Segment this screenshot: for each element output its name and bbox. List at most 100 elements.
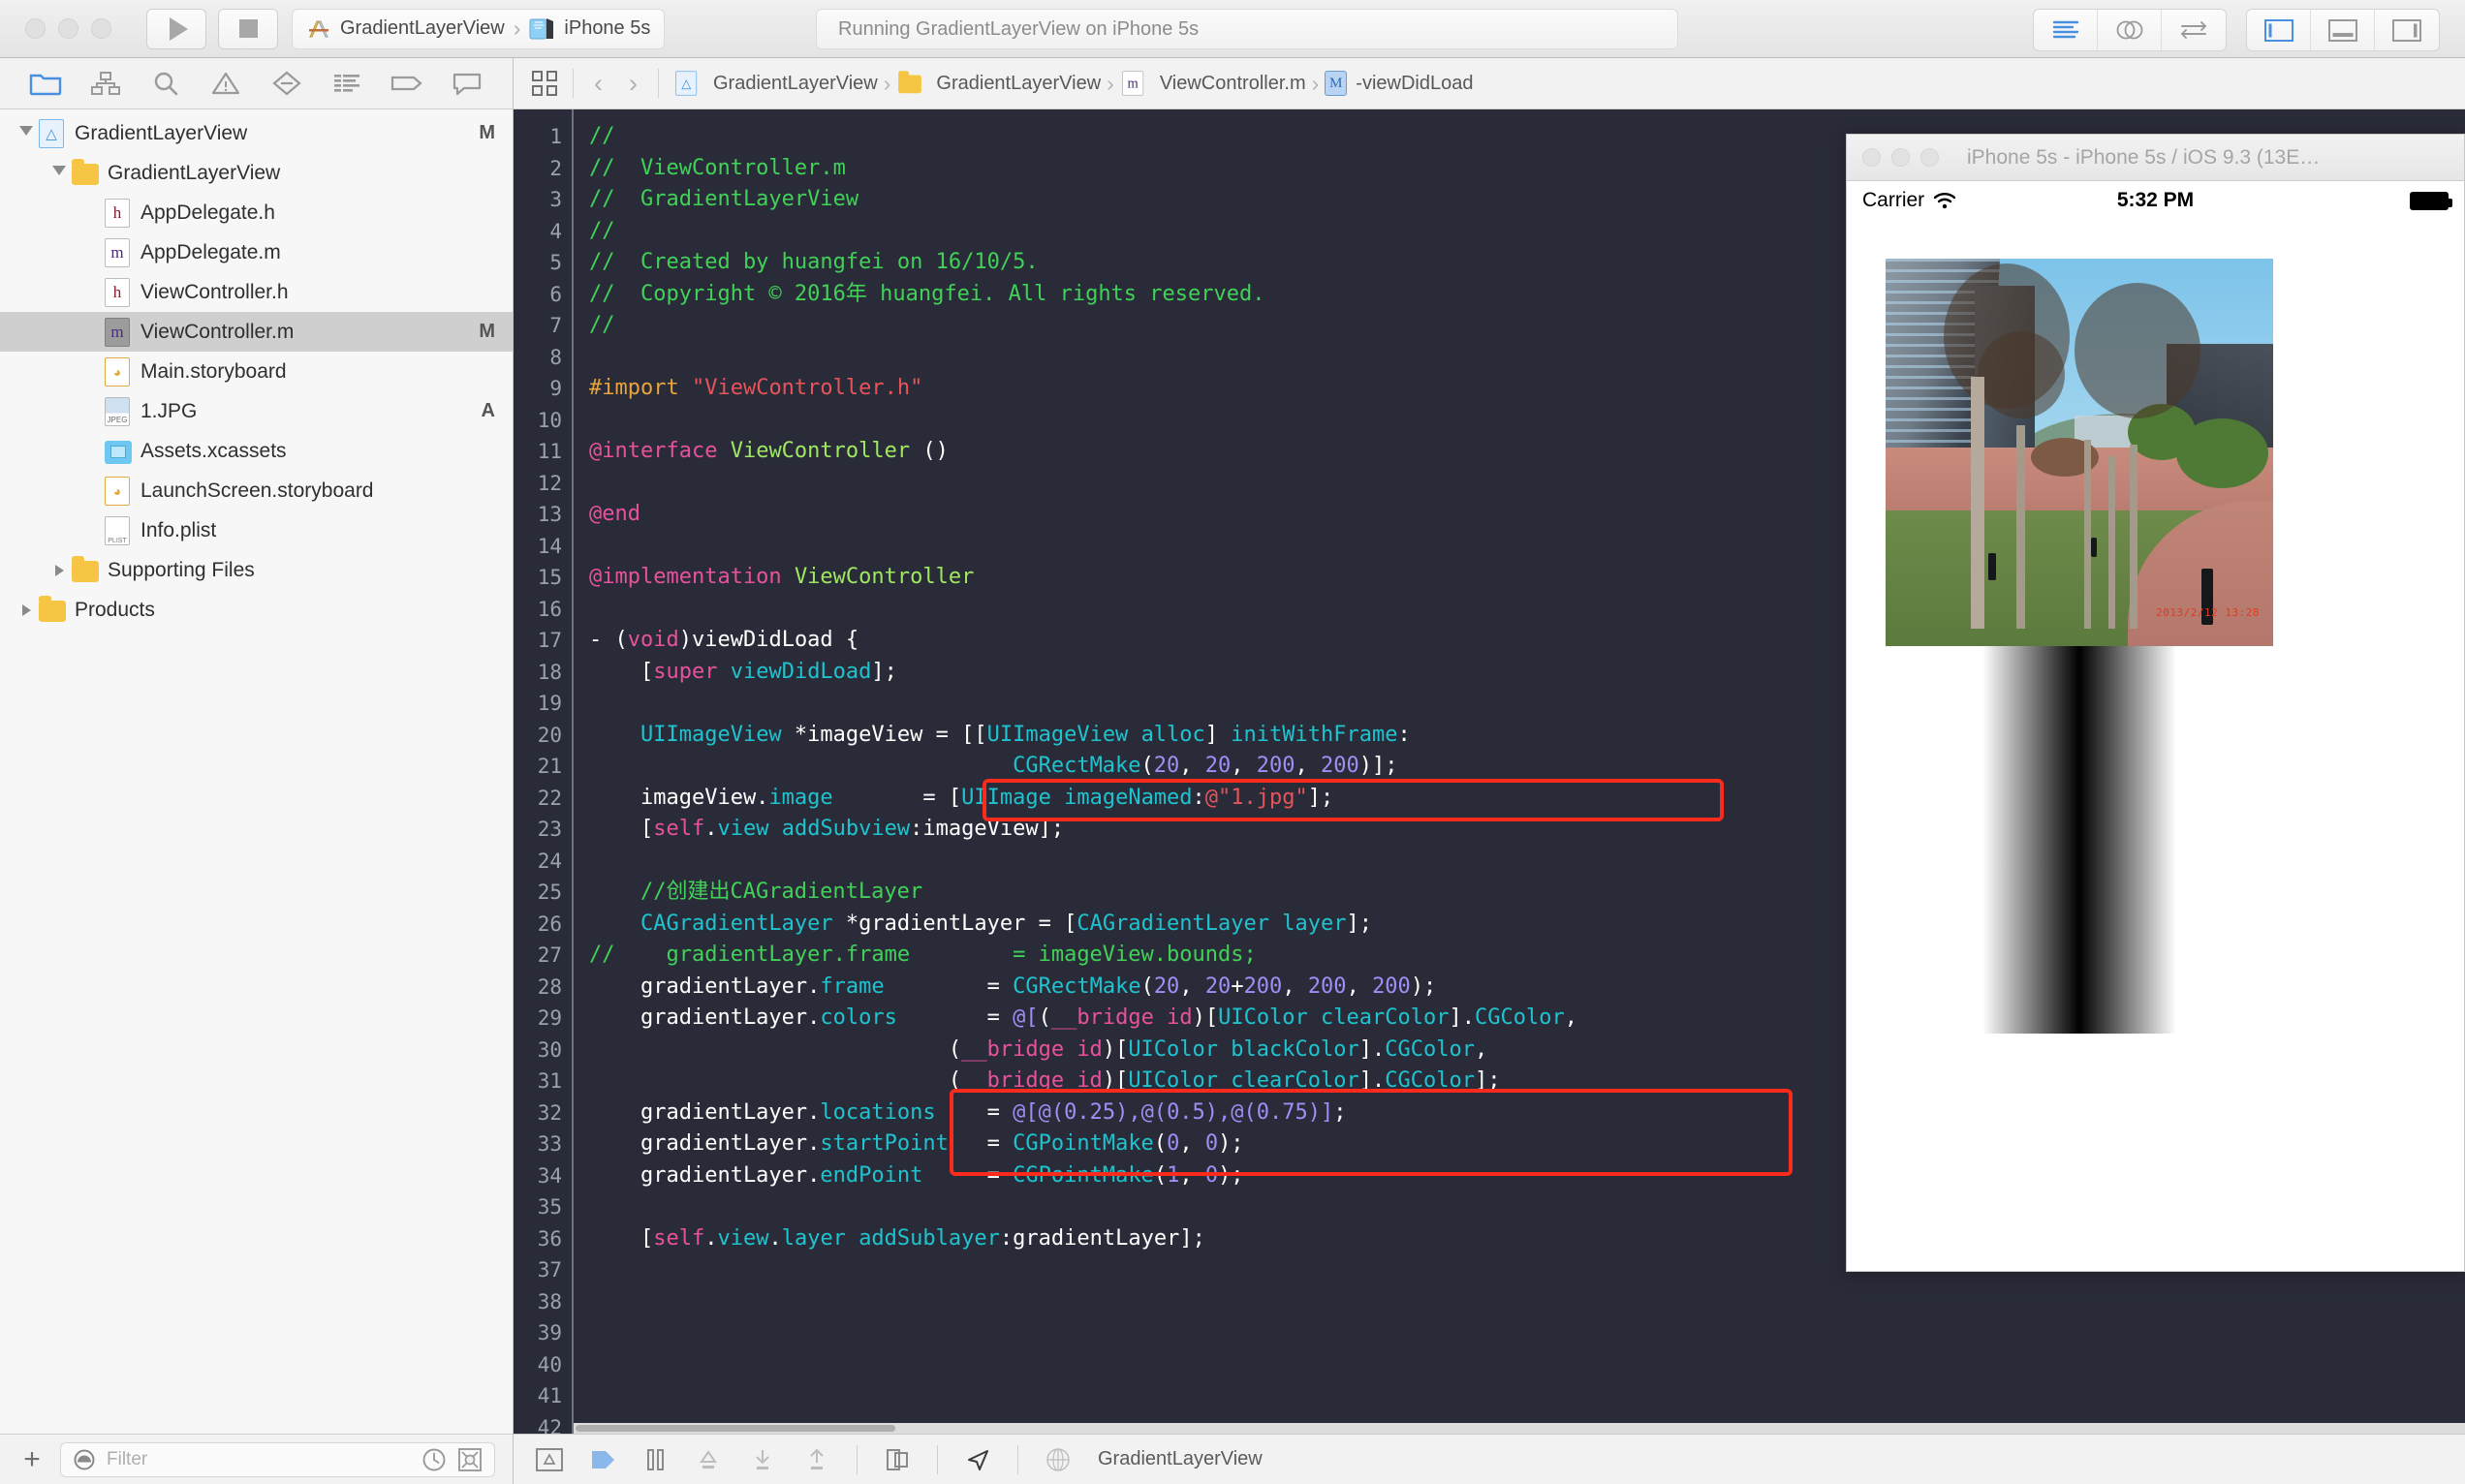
code-token: // [589, 124, 615, 148]
simulator-device-icon [529, 17, 554, 39]
view-debugging-icon[interactable] [883, 1446, 912, 1473]
assistant-editor-button[interactable] [2098, 10, 2162, 50]
code-token: = [935, 1099, 1014, 1125]
breadcrumb-item-3[interactable]: M -viewDidLoad [1325, 71, 1473, 96]
related-items-icon[interactable] [531, 70, 558, 97]
code-token: , [1564, 1005, 1577, 1030]
tree-item-1-jpg[interactable]: JPEG 1.JPG A [0, 391, 513, 431]
location-arrow-icon[interactable] [963, 1446, 992, 1473]
code-token: ViewController [794, 565, 975, 589]
scrollbar-thumb[interactable] [576, 1425, 895, 1432]
zoom-window-button[interactable] [91, 18, 111, 39]
code-token: UIImage [961, 785, 1051, 810]
code-token: // Created by huangfei on 16/10/5. [589, 250, 1039, 274]
minimize-window-button[interactable] [58, 18, 78, 39]
disclosure-closed-icon[interactable] [47, 564, 72, 576]
tree-item-appdelegate-h[interactable]: h AppDelegate.h [0, 193, 513, 232]
line-number: 21 [537, 755, 562, 778]
sidebar-tab-symbol[interactable] [84, 65, 127, 102]
tree-item-viewcontroller-h[interactable]: h ViewController.h [0, 272, 513, 312]
simulator-screen[interactable]: 2013/2/12 13:28 [1847, 220, 2464, 1271]
disclosure-open-icon[interactable] [14, 125, 39, 141]
photo-bollard-2 [2091, 538, 2097, 557]
code-token: . [704, 817, 718, 841]
tree-item-products[interactable]: Products [0, 590, 513, 630]
tree-item-info-plist[interactable]: PLIST Info.plist [0, 510, 513, 550]
sidebar-tab-find[interactable] [144, 65, 187, 102]
line-number: 32 [537, 1100, 562, 1125]
sidebar-tab-issue[interactable] [204, 65, 247, 102]
scheme-selector[interactable]: GradientLayerView › iPhone 5s [292, 8, 666, 49]
chevron-right-icon[interactable]: › [623, 69, 643, 99]
photo-tree-4 [2108, 456, 2115, 629]
code-token: : [1192, 785, 1205, 810]
source-control-filter-icon[interactable] [457, 1447, 483, 1472]
tree-item-gradientlayerview[interactable]: GradientLayerView [0, 153, 513, 193]
chevron-left-icon[interactable]: ‹ [588, 69, 608, 99]
play-icon [169, 16, 188, 41]
sidebar-tab-report[interactable] [446, 65, 488, 102]
close-window-button[interactable] [25, 18, 46, 39]
project-navigator-icon [29, 74, 62, 96]
photo-canopy-2 [2075, 283, 2200, 418]
tree-item-assets-xcassets[interactable]: Assets.xcassets [0, 431, 513, 471]
window-traffic-lights [0, 18, 111, 39]
breadcrumb-item-1[interactable]: GradientLayerView [896, 69, 1101, 98]
tree-item-appdelegate-m[interactable]: m AppDelegate.m [0, 232, 513, 272]
code-token: //创建出CAGradientLayer [589, 880, 923, 904]
tree-item-gradientlayerview[interactable]: △ GradientLayerView M [0, 113, 513, 153]
breadcrumb-item-0[interactable]: △ GradientLayerView [673, 69, 878, 98]
project-file-tree[interactable]: △ GradientLayerView M GradientLayerView h App… [0, 109, 513, 1434]
version-editor-button[interactable] [2162, 10, 2226, 50]
folder-icon [39, 595, 66, 625]
tree-item-main-storyboard[interactable]: ◕ Main.storyboard [0, 352, 513, 391]
simulator-zoom-button[interactable] [1920, 148, 1939, 167]
code-token: 0 [1167, 1131, 1180, 1156]
run-button[interactable] [146, 8, 206, 49]
toggle-utilities-button[interactable] [2375, 10, 2439, 50]
code-token: 20 [1153, 754, 1180, 778]
clock-icon[interactable] [421, 1447, 447, 1472]
stop-button[interactable] [218, 8, 278, 49]
step-over-icon[interactable] [694, 1446, 723, 1473]
ios-status-bar: Carrier 5:32 PM [1847, 181, 2464, 220]
line-number: 41 [537, 1384, 562, 1407]
toggle-debug-area-button[interactable] [2311, 10, 2375, 50]
plus-icon[interactable]: + [17, 1444, 47, 1474]
toggle-navigator-button[interactable] [2247, 10, 2311, 50]
tree-item-supporting-files[interactable]: Supporting Files [0, 550, 513, 590]
sidebar-tab-project[interactable] [24, 65, 67, 102]
code-line[interactable] [589, 1317, 2465, 1349]
code-line[interactable] [589, 1349, 2465, 1381]
step-into-icon[interactable] [748, 1446, 777, 1473]
pause-icon[interactable] [643, 1446, 669, 1473]
code-token: UIColor [1128, 1036, 1219, 1062]
disclosure-open-icon[interactable] [47, 165, 72, 181]
breadcrumb-item-2[interactable]: m ViewController.m [1120, 69, 1306, 98]
debug-process-label: GradientLayerView [1098, 1448, 1263, 1469]
code-line[interactable] [589, 1286, 2465, 1318]
code-line[interactable] [589, 1380, 2465, 1412]
tree-item-viewcontroller-m[interactable]: m ViewController.m M [0, 312, 513, 352]
sidebar-tab-debug[interactable] [326, 65, 368, 102]
simulator-minimize-button[interactable] [1891, 148, 1910, 167]
disclosure-closed-icon[interactable] [14, 603, 39, 616]
sidebar-tab-breakpoint[interactable] [386, 65, 428, 102]
code-token: ( [1140, 754, 1154, 778]
filter-input[interactable]: Filter [60, 1441, 495, 1477]
continue-icon[interactable] [589, 1446, 618, 1473]
simulator-close-button[interactable] [1862, 148, 1881, 167]
ios-simulator-window[interactable]: iPhone 5s - iPhone 5s / iOS 9.3 (13E… Ca… [1846, 134, 2465, 1272]
sidebar-tab-test[interactable] [265, 65, 308, 102]
standard-editor-button[interactable] [2034, 10, 2098, 50]
code-token: alloc [1140, 722, 1205, 747]
show-debug-area-icon[interactable] [535, 1446, 564, 1473]
horizontal-scrollbar[interactable] [574, 1423, 2465, 1434]
code-token: )viewDidLoad { [678, 628, 859, 652]
step-out-icon[interactable] [802, 1446, 831, 1473]
debugbar-divider [857, 1444, 858, 1474]
tree-item-launchscreen-storyboard[interactable]: ◕ LaunchScreen.storyboard [0, 471, 513, 510]
code-token: ( [1153, 1131, 1168, 1156]
